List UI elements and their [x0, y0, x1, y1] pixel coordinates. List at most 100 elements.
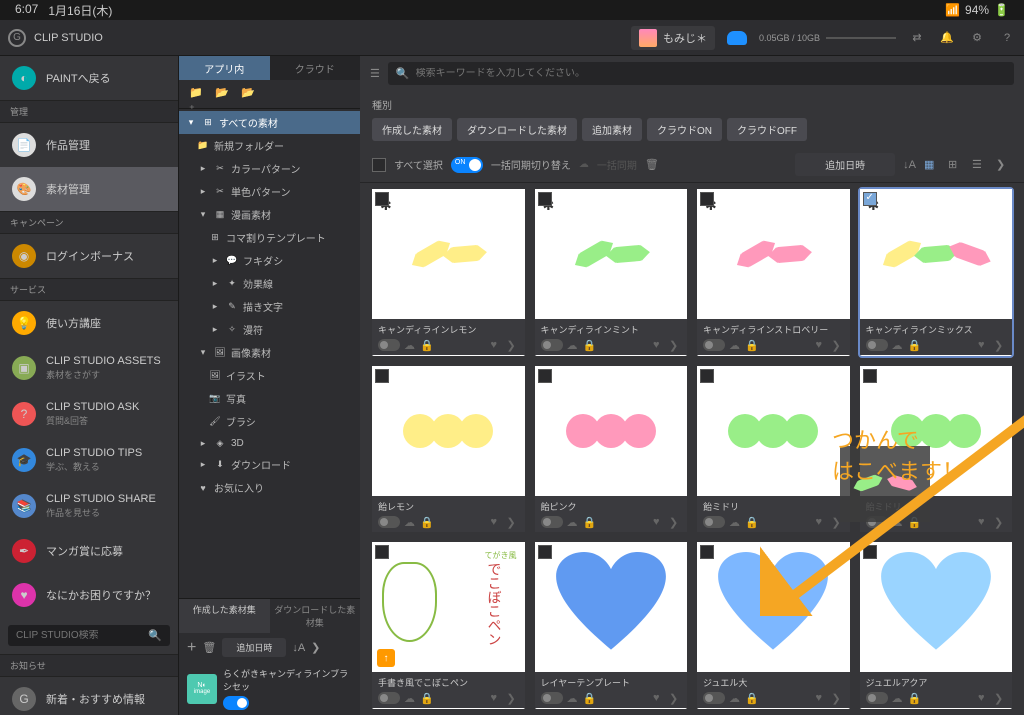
new-folder-icon[interactable]: 📁₊: [189, 86, 205, 102]
material-card[interactable]: ジュエルアクア ☁ 🔒 ♥ ❯: [860, 542, 1013, 709]
tab-app[interactable]: アプリ内: [179, 56, 270, 80]
help-icon[interactable]: ?: [998, 29, 1016, 47]
tree-effect[interactable]: ▸✦効果線: [179, 272, 360, 295]
material-card[interactable]: でこぼこペンてがき風↑ 手書き風でこぼこペン ☁ 🔒 ♥ ❯: [372, 542, 525, 709]
tree-manpu[interactable]: ▸✧漫符: [179, 318, 360, 341]
tree-color-pattern[interactable]: ▸✂カラーパターン: [179, 157, 360, 180]
card-sync-toggle[interactable]: [541, 692, 563, 704]
card-sync-toggle[interactable]: [378, 692, 400, 704]
sidebar-howto[interactable]: 💡使い方講座: [0, 301, 178, 345]
sort-icon[interactable]: ↓A: [292, 642, 305, 654]
tree-illust[interactable]: 🖼イラスト: [179, 364, 360, 387]
lp-toggle[interactable]: [223, 696, 249, 710]
sidebar-search-input[interactable]: [16, 630, 148, 641]
sidebar-works[interactable]: 📄作品管理: [0, 123, 178, 167]
user-badge[interactable]: もみじ＊: [631, 26, 715, 50]
cat-created[interactable]: 作成した素材: [372, 118, 452, 141]
material-card[interactable]: ✱ キャンディラインミント ☁ 🔒 ♥ ❯: [535, 189, 688, 356]
card-checkbox[interactable]: [375, 192, 389, 206]
sidebar-news[interactable]: G新着・おすすめ情報: [0, 677, 178, 715]
heart-icon[interactable]: ♥: [491, 339, 503, 351]
folder-in-icon[interactable]: 📂: [215, 86, 231, 102]
cat-cloud-on[interactable]: クラウドON: [647, 118, 722, 141]
card-checkbox[interactable]: [863, 545, 877, 559]
cat-cloud-off[interactable]: クラウドOFF: [727, 118, 807, 141]
add-icon[interactable]: +: [187, 639, 196, 657]
chevron-right-icon[interactable]: ❯: [311, 641, 320, 654]
chevron-right-icon[interactable]: ❯: [669, 339, 681, 351]
select-all-checkbox[interactable]: [372, 158, 386, 172]
card-checkbox[interactable]: [700, 192, 714, 206]
gear-icon[interactable]: ⚙: [968, 29, 986, 47]
card-checkbox[interactable]: [538, 192, 552, 206]
card-checkbox[interactable]: [700, 369, 714, 383]
lp-material-item[interactable]: N◐image らくがきキャンディラインブラシセッ: [179, 662, 360, 715]
material-card[interactable]: ✱ キャンディラインレモン ☁ 🔒 ♥ ❯: [372, 189, 525, 356]
heart-icon[interactable]: ♥: [653, 339, 665, 351]
heart-icon[interactable]: ♥: [491, 692, 503, 704]
card-checkbox[interactable]: [863, 192, 877, 206]
heart-icon[interactable]: ♥: [816, 516, 828, 528]
heart-icon[interactable]: ♥: [816, 339, 828, 351]
chevron-right-icon[interactable]: ❯: [996, 157, 1012, 173]
cloud-icon[interactable]: [727, 31, 747, 45]
material-card[interactable]: ✱ キャンディラインミックス ☁ 🔒 ♥ ❯: [860, 189, 1013, 356]
lp-tab-downloaded[interactable]: ダウンロードした素材集: [270, 599, 361, 633]
folder-out-icon[interactable]: 📂: [241, 86, 257, 102]
card-checkbox[interactable]: [375, 545, 389, 559]
sidebar-search[interactable]: 🔍: [8, 625, 170, 646]
chevron-right-icon[interactable]: ❯: [994, 516, 1006, 528]
tree-fukidashi[interactable]: ▸💬フキダシ: [179, 249, 360, 272]
card-checkbox[interactable]: [700, 545, 714, 559]
material-card[interactable]: レイヤーテンプレート ☁ 🔒 ♥ ❯: [535, 542, 688, 709]
tree-image[interactable]: ▾🖼画像素材: [179, 341, 360, 364]
view-grid-small-icon[interactable]: ⊞: [948, 157, 964, 173]
tree-koma[interactable]: ⊞コマ割りテンプレート: [179, 226, 360, 249]
sidebar-share[interactable]: 📚CLIP STUDIO SHARE作品を見せる: [0, 483, 178, 529]
card-sync-toggle[interactable]: [703, 339, 725, 351]
sidebar-ask[interactable]: ?CLIP STUDIO ASK質問&回答: [0, 391, 178, 437]
sidebar-manga[interactable]: ✒マンガ賞に応募: [0, 529, 178, 573]
sidebar-help[interactable]: ♥なにかお困りですか？: [0, 573, 178, 617]
heart-icon[interactable]: ♥: [491, 516, 503, 528]
tree-fav[interactable]: ♥お気に入り: [179, 476, 360, 499]
cat-added[interactable]: 追加素材: [582, 118, 642, 141]
sidebar-materials[interactable]: 🎨素材管理: [0, 167, 178, 211]
card-checkbox[interactable]: [538, 545, 552, 559]
card-checkbox[interactable]: [863, 369, 877, 383]
heart-icon[interactable]: ♥: [653, 692, 665, 704]
tree-3d[interactable]: ▸◈3D: [179, 433, 360, 453]
lp-sort-button[interactable]: 追加日時: [222, 638, 286, 657]
material-card[interactable]: 飴レモン ☁ 🔒 ♥ ❯: [372, 366, 525, 533]
view-list-icon[interactable]: ☰: [972, 157, 988, 173]
card-sync-toggle[interactable]: [866, 692, 888, 704]
card-sync-toggle[interactable]: [866, 516, 888, 528]
tree-photo[interactable]: 📷写真: [179, 387, 360, 410]
sidebar-assets[interactable]: ▣CLIP STUDIO ASSETS素材をさがす: [0, 345, 178, 391]
chevron-right-icon[interactable]: ❯: [669, 692, 681, 704]
tree-download[interactable]: ▸⬇ダウンロード: [179, 453, 360, 476]
sync-icon[interactable]: ⇄: [908, 29, 926, 47]
tree-mono-pattern[interactable]: ▸✂単色パターン: [179, 180, 360, 203]
tree-all-materials[interactable]: ▾⊞すべての素材: [179, 111, 360, 134]
sidebar-tips[interactable]: 🎓CLIP STUDIO TIPS学ぶ、教える: [0, 437, 178, 483]
menu-icon[interactable]: ☰: [370, 67, 380, 80]
chevron-right-icon[interactable]: ❯: [669, 516, 681, 528]
trash-icon[interactable]: 🗑: [645, 158, 659, 171]
lp-tab-created[interactable]: 作成した素材集: [179, 599, 270, 633]
material-card[interactable]: 飴ミドリ ☁ 🔒 ♥ ❯: [860, 366, 1013, 533]
card-sync-toggle[interactable]: [703, 516, 725, 528]
chevron-right-icon[interactable]: ❯: [507, 339, 519, 351]
chevron-right-icon[interactable]: ❯: [832, 516, 844, 528]
chevron-right-icon[interactable]: ❯: [832, 339, 844, 351]
tree-brush[interactable]: 🖌ブラシ: [179, 410, 360, 433]
card-checkbox[interactable]: [375, 369, 389, 383]
card-sync-toggle[interactable]: [378, 516, 400, 528]
material-card[interactable]: 飴ピンク ☁ 🔒 ♥ ❯: [535, 366, 688, 533]
chevron-right-icon[interactable]: ❯: [507, 516, 519, 528]
card-sync-toggle[interactable]: [703, 692, 725, 704]
material-card[interactable]: ジュエル大 ☁ 🔒 ♥ ❯: [697, 542, 850, 709]
card-sync-toggle[interactable]: [541, 339, 563, 351]
sidebar-login-bonus[interactable]: ◉ログインボーナス: [0, 234, 178, 278]
tree-new-folder[interactable]: 📁新規フォルダー: [179, 134, 360, 157]
